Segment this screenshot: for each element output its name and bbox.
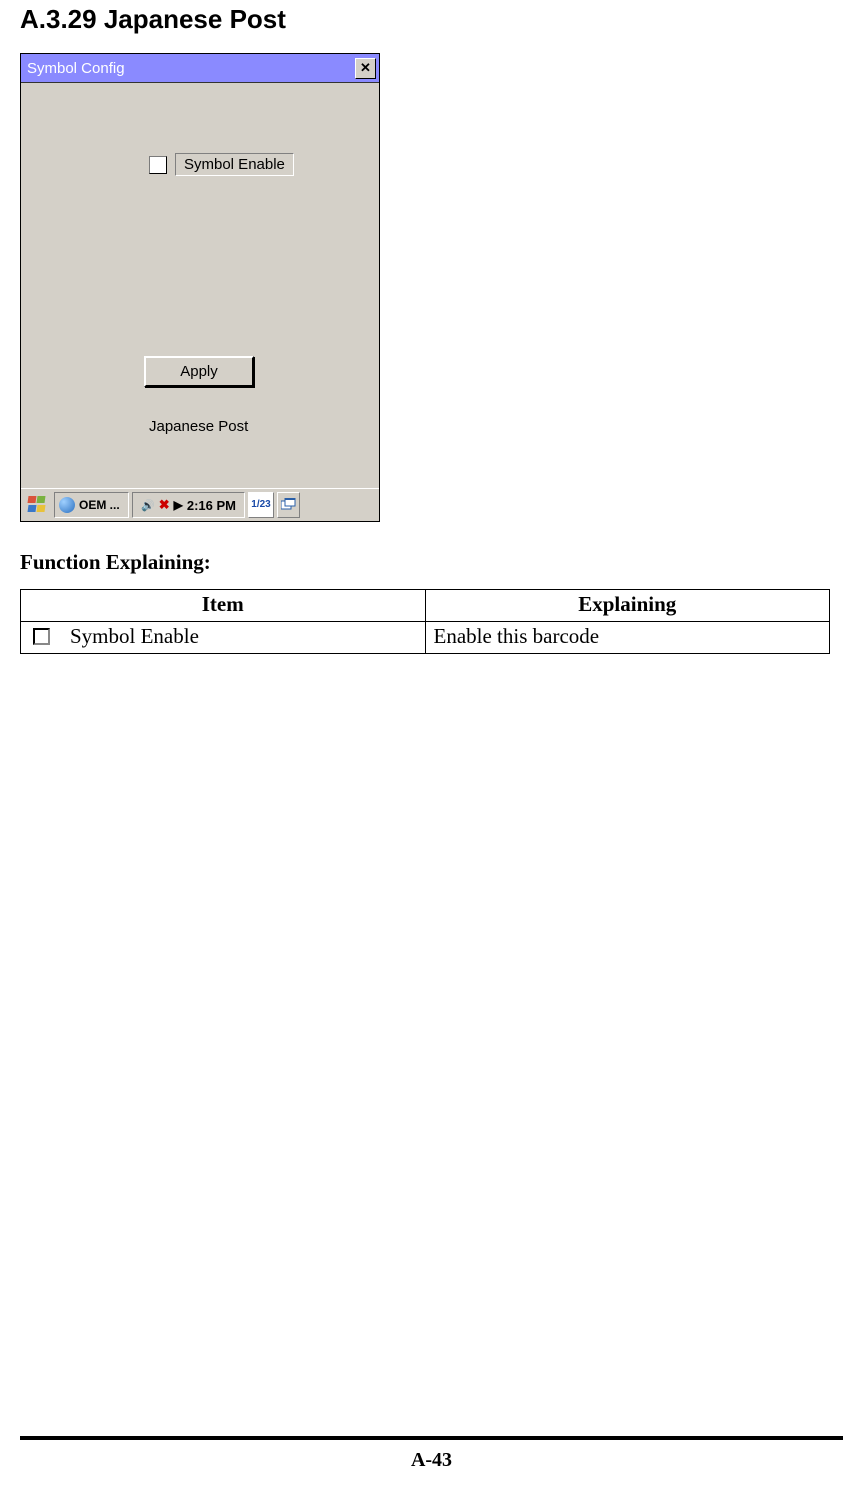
taskbar: OEM ... 🔊 ✖ ▶ 2:16 PM 1/23	[21, 488, 379, 521]
section-heading: A.3.29 Japanese Post	[20, 4, 843, 35]
symbol-enable-row: Symbol Enable	[149, 153, 294, 176]
cell-item: Symbol Enable	[21, 622, 426, 654]
globe-icon	[59, 497, 75, 513]
show-desktop-button[interactable]	[277, 492, 300, 518]
window-title: Symbol Config	[27, 60, 125, 77]
header-item: Item	[21, 590, 426, 622]
taskbar-app-oem[interactable]: OEM ...	[54, 492, 129, 518]
close-icon: ✕	[360, 60, 371, 76]
symbol-enable-checkbox[interactable]	[149, 156, 167, 174]
tray-indicator-icon: ▶	[174, 498, 183, 512]
start-button[interactable]	[23, 492, 51, 518]
page-number: A-43	[0, 1449, 863, 1472]
client-area: Symbol Enable Apply Japanese Post	[21, 83, 379, 488]
footer-rule	[20, 1436, 843, 1440]
screenshot-window: Symbol Config ✕ Symbol Enable Apply Japa…	[20, 53, 380, 522]
tab-label: Japanese Post	[149, 418, 248, 435]
header-explaining: Explaining	[425, 590, 830, 622]
ime-indicator[interactable]: 1/23	[248, 492, 274, 518]
volume-icon: 🔊	[141, 499, 155, 512]
table-row: Symbol Enable Enable this barcode	[21, 622, 830, 654]
close-button[interactable]: ✕	[355, 58, 376, 79]
function-explaining-heading: Function Explaining:	[20, 550, 843, 575]
taskbar-app-label: OEM ...	[79, 498, 120, 512]
explaining-table: Item Explaining Symbol Enable Enable thi…	[20, 589, 830, 654]
system-tray[interactable]: 🔊 ✖ ▶ 2:16 PM	[132, 492, 245, 518]
table-header-row: Item Explaining	[21, 590, 830, 622]
cascade-windows-icon	[281, 498, 297, 512]
symbol-enable-label: Symbol Enable	[175, 153, 294, 176]
windows-flag-icon	[27, 495, 47, 515]
checkbox-icon	[33, 628, 50, 645]
ime-label: 1/23	[251, 500, 270, 510]
titlebar: Symbol Config ✕	[21, 54, 379, 83]
clock: 2:16 PM	[187, 498, 236, 513]
apply-button[interactable]: Apply	[144, 356, 254, 387]
cell-explaining: Enable this barcode	[425, 622, 830, 654]
network-disconnected-icon: ✖	[159, 497, 170, 513]
cell-item-text: Symbol Enable	[70, 624, 199, 648]
